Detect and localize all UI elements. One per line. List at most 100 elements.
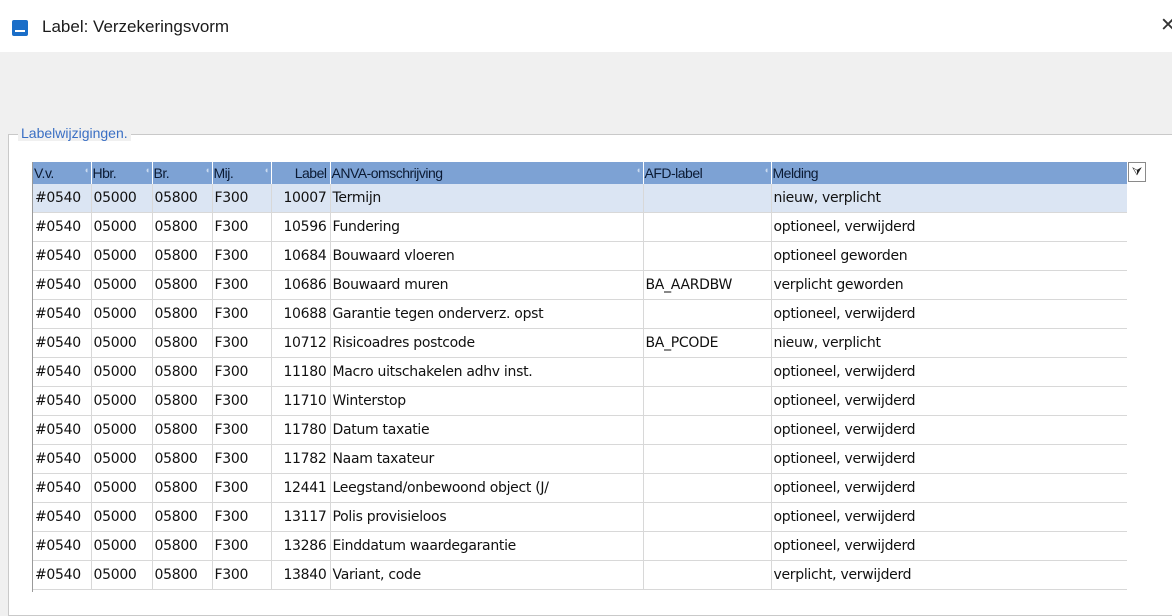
cell-br: 05800 [152, 444, 213, 474]
cell-vv: #0540 [33, 560, 92, 590]
cell-br: 05800 [152, 502, 213, 532]
table-row[interactable]: #0540 05000 05800 F300 12441 Leegstand/onbewo… [33, 473, 1127, 503]
window-title: Label: Verzekeringsvorm [42, 17, 230, 36]
cell-melding: optioneel, verwijderd [771, 502, 1127, 532]
column-header-afd-label[interactable]: AFD-label ◖ [643, 162, 772, 184]
cell-label: 11780 [271, 415, 331, 445]
column-resize-icon[interactable]: ◖ [145, 165, 150, 175]
table-row[interactable]: #0540 05000 05800 F300 13117 Polis provisielo… [33, 502, 1127, 532]
column-header-melding[interactable]: Melding [771, 162, 1127, 184]
cell-label: 10686 [271, 270, 331, 300]
column-resize-icon[interactable]: ◖ [205, 165, 210, 175]
cell-br: 05800 [152, 473, 213, 503]
table-row[interactable]: #0540 05000 05800 F300 13840 Variant, code ver… [33, 560, 1127, 590]
cell-mij: F300 [212, 212, 272, 242]
column-resize-icon[interactable]: ◖ [636, 165, 641, 175]
cell-hbr: 05000 [91, 415, 153, 445]
cell-br: 05800 [152, 328, 213, 358]
cell-melding: nieuw, verplicht [771, 328, 1127, 358]
cell-label: 13840 [271, 560, 331, 590]
cell-hbr: 05000 [91, 270, 153, 300]
cell-label: 10712 [271, 328, 331, 358]
cell-hbr: 05000 [91, 241, 153, 271]
table-row[interactable]: #0540 05000 05800 F300 10688 Garantie tegen o… [33, 299, 1127, 329]
cell-vv: #0540 [33, 328, 92, 358]
cell-hbr: 05000 [91, 184, 153, 213]
column-header-label[interactable]: Label [271, 162, 331, 184]
column-label: Label [294, 165, 327, 181]
cell-anva-omschrijving: Bouwaard muren [330, 270, 644, 300]
cell-label: 10596 [271, 212, 331, 242]
cell-vv: #0540 [33, 531, 92, 561]
table-row[interactable]: #0540 05000 05800 F300 13286 Einddatum waarde… [33, 531, 1127, 561]
table-row[interactable]: #0540 05000 05800 F300 11710 Winterstop option… [33, 386, 1127, 416]
cell-hbr: 05000 [91, 444, 153, 474]
cell-hbr: 05000 [91, 473, 153, 503]
cell-hbr: 05000 [91, 357, 153, 387]
cell-mij: F300 [212, 473, 272, 503]
column-resize-icon[interactable]: ◖ [764, 165, 769, 175]
cell-br: 05800 [152, 184, 213, 213]
table-row[interactable]: #0540 05000 05800 F300 11180 Macro uitschakel… [33, 357, 1127, 387]
column-header-hbr[interactable]: Hbr. ◖ [91, 162, 153, 184]
column-label: Melding [772, 165, 819, 181]
cell-melding: verplicht, verwijderd [771, 560, 1127, 590]
cell-vv: #0540 [33, 502, 92, 532]
cell-hbr: 05000 [91, 386, 153, 416]
column-label: Br. [153, 165, 170, 181]
table-row[interactable]: #0540 05000 05800 F300 11780 Datum taxatie opt… [33, 415, 1127, 445]
cell-afd-label [643, 444, 772, 474]
cell-hbr: 05000 [91, 531, 153, 561]
table-row[interactable]: #0540 05000 05800 F300 10686 Bouwaard muren BA… [33, 270, 1127, 300]
group-legend: Labelwijzigingen. [18, 125, 131, 141]
cell-label: 12441 [271, 473, 331, 503]
cell-afd-label [643, 299, 772, 329]
cell-vv: #0540 [33, 241, 92, 271]
cell-afd-label: BA_PCODE [643, 328, 772, 358]
cell-vv: #0540 [33, 184, 92, 213]
table-row[interactable]: #0540 05000 05800 F300 10596 Fundering optione… [33, 212, 1127, 242]
column-header-vv[interactable]: V.v. ◖ [33, 162, 92, 184]
cell-anva-omschrijving: Leegstand/onbewoond object (J/ [330, 473, 644, 503]
cell-afd-label [643, 184, 772, 213]
cell-afd-label [643, 415, 772, 445]
column-header-mij[interactable]: Mij. ◖ [212, 162, 272, 184]
column-label: Hbr. [92, 165, 117, 181]
column-header-br[interactable]: Br. ◖ [152, 162, 213, 184]
cell-anva-omschrijving: Risicoadres postcode [330, 328, 644, 358]
cell-anva-omschrijving: Winterstop [330, 386, 644, 416]
cell-anva-omschrijving: Polis provisieloos [330, 502, 644, 532]
cell-melding: optioneel, verwijderd [771, 531, 1127, 561]
cell-br: 05800 [152, 357, 213, 387]
cell-melding: optioneel, verwijderd [771, 357, 1127, 387]
close-icon[interactable]: ✕ [1160, 14, 1172, 37]
cell-hbr: 05000 [91, 328, 153, 358]
cell-br: 05800 [152, 560, 213, 590]
column-header-anva-omschrijving[interactable]: ANVA-omschrijving ◖ [330, 162, 644, 184]
cell-br: 05800 [152, 415, 213, 445]
cell-melding: optioneel, verwijderd [771, 415, 1127, 445]
column-resize-icon[interactable]: ◖ [264, 165, 269, 175]
header-row: V.v. ◖ Hbr. ◖ Br. ◖ Mij. ◖ Label ANVA-omschr… [33, 162, 1127, 184]
table-row[interactable]: #0540 05000 05800 F300 11782 Naam taxateur opt… [33, 444, 1127, 474]
table-row[interactable]: #0540 05000 05800 F300 10684 Bouwaard vloeren… [33, 241, 1127, 271]
cell-vv: #0540 [33, 415, 92, 445]
cell-mij: F300 [212, 502, 272, 532]
column-label: V.v. [34, 165, 54, 181]
cell-mij: F300 [212, 560, 272, 590]
grid-body: #0540 05000 05800 F300 10007 Termijn nieuw, ve… [33, 184, 1127, 590]
cell-label: 11710 [271, 386, 331, 416]
cell-afd-label [643, 386, 772, 416]
table-row[interactable]: #0540 05000 05800 F300 10712 Risicoadres post… [33, 328, 1127, 358]
cell-label: 10688 [271, 299, 331, 329]
cell-hbr: 05000 [91, 560, 153, 590]
cell-label: 11782 [271, 444, 331, 474]
label-changes-grid[interactable]: V.v. ◖ Hbr. ◖ Br. ◖ Mij. ◖ Label ANVA-omschr… [32, 162, 1127, 592]
grid-options-icon[interactable]: ⮛ [1128, 162, 1146, 182]
table-row[interactable]: #0540 05000 05800 F300 10007 Termijn nieuw, ve… [33, 184, 1127, 213]
cell-vv: #0540 [33, 212, 92, 242]
column-resize-icon[interactable]: ◖ [84, 165, 89, 175]
cell-mij: F300 [212, 270, 272, 300]
cell-afd-label [643, 531, 772, 561]
cell-anva-omschrijving: Variant, code [330, 560, 644, 590]
